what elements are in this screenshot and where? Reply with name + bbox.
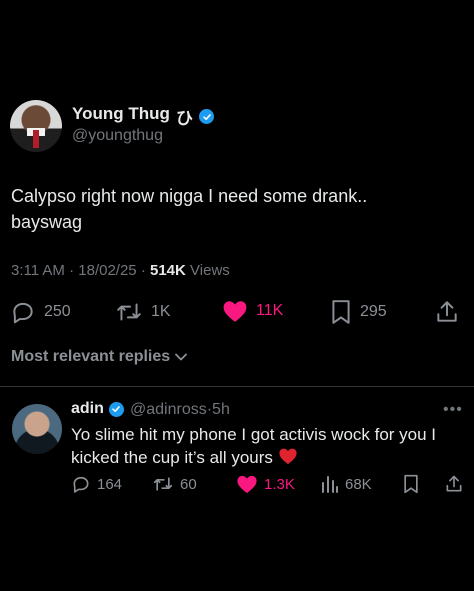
repost-icon — [153, 477, 173, 491]
reply-share-button[interactable] — [444, 474, 464, 494]
tweet-time[interactable]: 3:11 AM — [11, 262, 65, 279]
author-name[interactable]: Young Thug — [72, 104, 170, 124]
bookmark-icon — [332, 300, 350, 324]
author-suffix: ひ — [176, 109, 193, 128]
heart-filled-icon — [237, 475, 257, 494]
chevron-down-icon — [175, 353, 188, 361]
reply-reply-count: 164 — [97, 475, 123, 493]
author-avatar[interactable] — [10, 100, 62, 152]
reply-views-count: 68K — [345, 475, 372, 493]
like-button[interactable]: 11K — [222, 299, 283, 323]
replies-sort-dropdown[interactable]: Most relevant replies — [11, 348, 188, 366]
reply-actions: 164 60 1.3K 68K — [71, 474, 466, 496]
reply-author-avatar[interactable] — [12, 404, 62, 454]
reply-bookmark-button[interactable] — [402, 474, 420, 494]
reply-text: Yo slime hit my phone I got activis wock… — [71, 425, 437, 467]
reply-icon — [13, 302, 33, 324]
reply-handle-line: @adinross·5h — [130, 401, 230, 419]
meta-separator: · — [69, 262, 75, 279]
views-count: 514K — [150, 262, 186, 279]
tweet-date[interactable]: 18/02/25 — [78, 262, 136, 279]
reply-button[interactable]: 250 — [10, 299, 71, 325]
share-icon — [446, 475, 462, 492]
author-suffix-wrap: ひ — [176, 104, 214, 129]
verified-badge-icon[interactable] — [108, 401, 124, 417]
reply-repost-button[interactable]: 60 — [152, 474, 197, 494]
bookmark-icon — [404, 474, 418, 494]
bookmark-button[interactable]: 295 — [330, 299, 387, 325]
share-button[interactable] — [435, 299, 459, 325]
reply-count: 250 — [44, 303, 71, 320]
views-chart-icon — [322, 476, 338, 493]
heart-filled-icon — [223, 301, 247, 322]
tweet-meta: 3:11 AM · 18/02/25 · 514K Views — [11, 262, 230, 279]
reply-handle[interactable]: @adinross — [130, 401, 207, 418]
avatar-tie — [33, 130, 39, 148]
repost-button[interactable]: 1K — [115, 299, 171, 325]
reply-views-button[interactable]: 68K — [321, 474, 372, 494]
reply-text-wrap: Yo slime hit my phone I got activis wock… — [71, 423, 466, 469]
repost-count: 1K — [151, 303, 171, 320]
more-options-icon[interactable]: ••• — [443, 401, 463, 419]
meta-separator: · — [140, 262, 146, 279]
author-name-text: Young Thug — [72, 104, 170, 123]
verified-badge-icon[interactable] — [199, 109, 214, 124]
reply-age[interactable]: 5h — [212, 401, 230, 418]
tweet-text: Calypso right now nigga I need some dran… — [11, 186, 368, 232]
repost-icon — [117, 303, 141, 321]
bookmark-count: 295 — [360, 303, 387, 320]
views-label: Views — [190, 262, 230, 279]
author-handle[interactable]: @youngthug — [72, 127, 163, 145]
red-heart-emoji-icon — [279, 448, 297, 465]
replies-sort-label: Most relevant replies — [11, 348, 171, 365]
reply-reply-button[interactable]: 164 — [71, 474, 122, 494]
share-icon — [437, 301, 457, 322]
like-count: 11K — [256, 302, 284, 319]
reply-repost-count: 60 — [180, 475, 197, 493]
reply-like-button[interactable]: 1.3K — [236, 474, 295, 494]
reply-author-name[interactable]: adin — [71, 400, 124, 418]
reply-author-name-text: adin — [71, 400, 104, 417]
divider — [0, 386, 474, 387]
reply-like-count: 1.3K — [264, 475, 295, 493]
reply-icon — [73, 476, 89, 493]
tweet-actions: 250 1K 11K 295 — [10, 299, 464, 325]
